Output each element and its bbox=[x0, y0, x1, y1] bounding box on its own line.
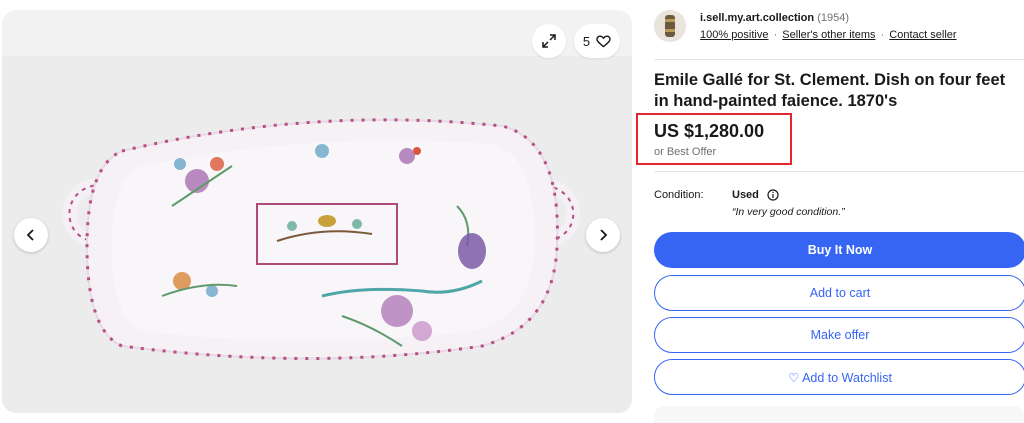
condition-value: Used bbox=[732, 189, 779, 201]
vase-avatar-image bbox=[654, 10, 686, 42]
positive-feedback-link[interactable]: 100% positive bbox=[700, 29, 769, 41]
watch-count: 5 bbox=[582, 33, 591, 49]
seller-info: i.sell.my.art.collection (1954) 100% pos… bbox=[654, 10, 1024, 50]
separator: · bbox=[880, 29, 885, 41]
best-offer-text: or Best Offer bbox=[654, 146, 717, 158]
image-gallery: 5 bbox=[2, 10, 632, 413]
chevron-right-icon bbox=[600, 229, 608, 241]
item-price: US $1,280.00 bbox=[654, 121, 765, 141]
condition-description: “In very good condition.” bbox=[732, 206, 845, 218]
condition-text: Used bbox=[732, 189, 759, 201]
add-to-watchlist-button[interactable]: ♡ Add to Watchlist bbox=[654, 359, 1024, 395]
product-photo[interactable] bbox=[2, 56, 632, 413]
seller-avatar[interactable] bbox=[654, 10, 686, 42]
item-title: Emile Gallé for St. Clement. Dish on fou… bbox=[654, 71, 1006, 110]
divider bbox=[654, 59, 1024, 60]
separator: · bbox=[773, 29, 778, 41]
other-items-link[interactable]: Seller's other items bbox=[782, 29, 875, 41]
expand-button[interactable] bbox=[532, 24, 566, 58]
seller-username[interactable]: i.sell.my.art.collection bbox=[700, 12, 814, 24]
info-icon[interactable] bbox=[767, 189, 779, 201]
seller-name[interactable]: i.sell.my.art.collection (1954) bbox=[700, 12, 849, 24]
expand-icon bbox=[542, 34, 556, 48]
listing-page: 5 i.sell.my.art.collection (1954) 100% p… bbox=[0, 0, 1024, 423]
item-details-panel: i.sell.my.art.collection (1954) 100% pos… bbox=[636, 0, 1024, 423]
previous-image-button[interactable] bbox=[14, 218, 48, 252]
next-image-button[interactable] bbox=[586, 218, 620, 252]
shipping-info-card bbox=[654, 406, 1024, 423]
heart-icon bbox=[596, 35, 611, 48]
contact-seller-link[interactable]: Contact seller bbox=[889, 29, 956, 41]
watch-count-button[interactable]: 5 bbox=[574, 24, 620, 58]
seller-links: 100% positive · Seller's other items · C… bbox=[700, 29, 957, 41]
divider bbox=[654, 171, 1024, 172]
faience-dish-image bbox=[2, 56, 632, 413]
condition-label: Condition: bbox=[654, 189, 704, 201]
buy-it-now-button[interactable]: Buy It Now bbox=[654, 232, 1024, 268]
chevron-left-icon bbox=[26, 229, 34, 241]
make-offer-button[interactable]: Make offer bbox=[654, 317, 1024, 353]
add-to-cart-button[interactable]: Add to cart bbox=[654, 275, 1024, 311]
seller-feedback-count: (1954) bbox=[817, 12, 849, 24]
